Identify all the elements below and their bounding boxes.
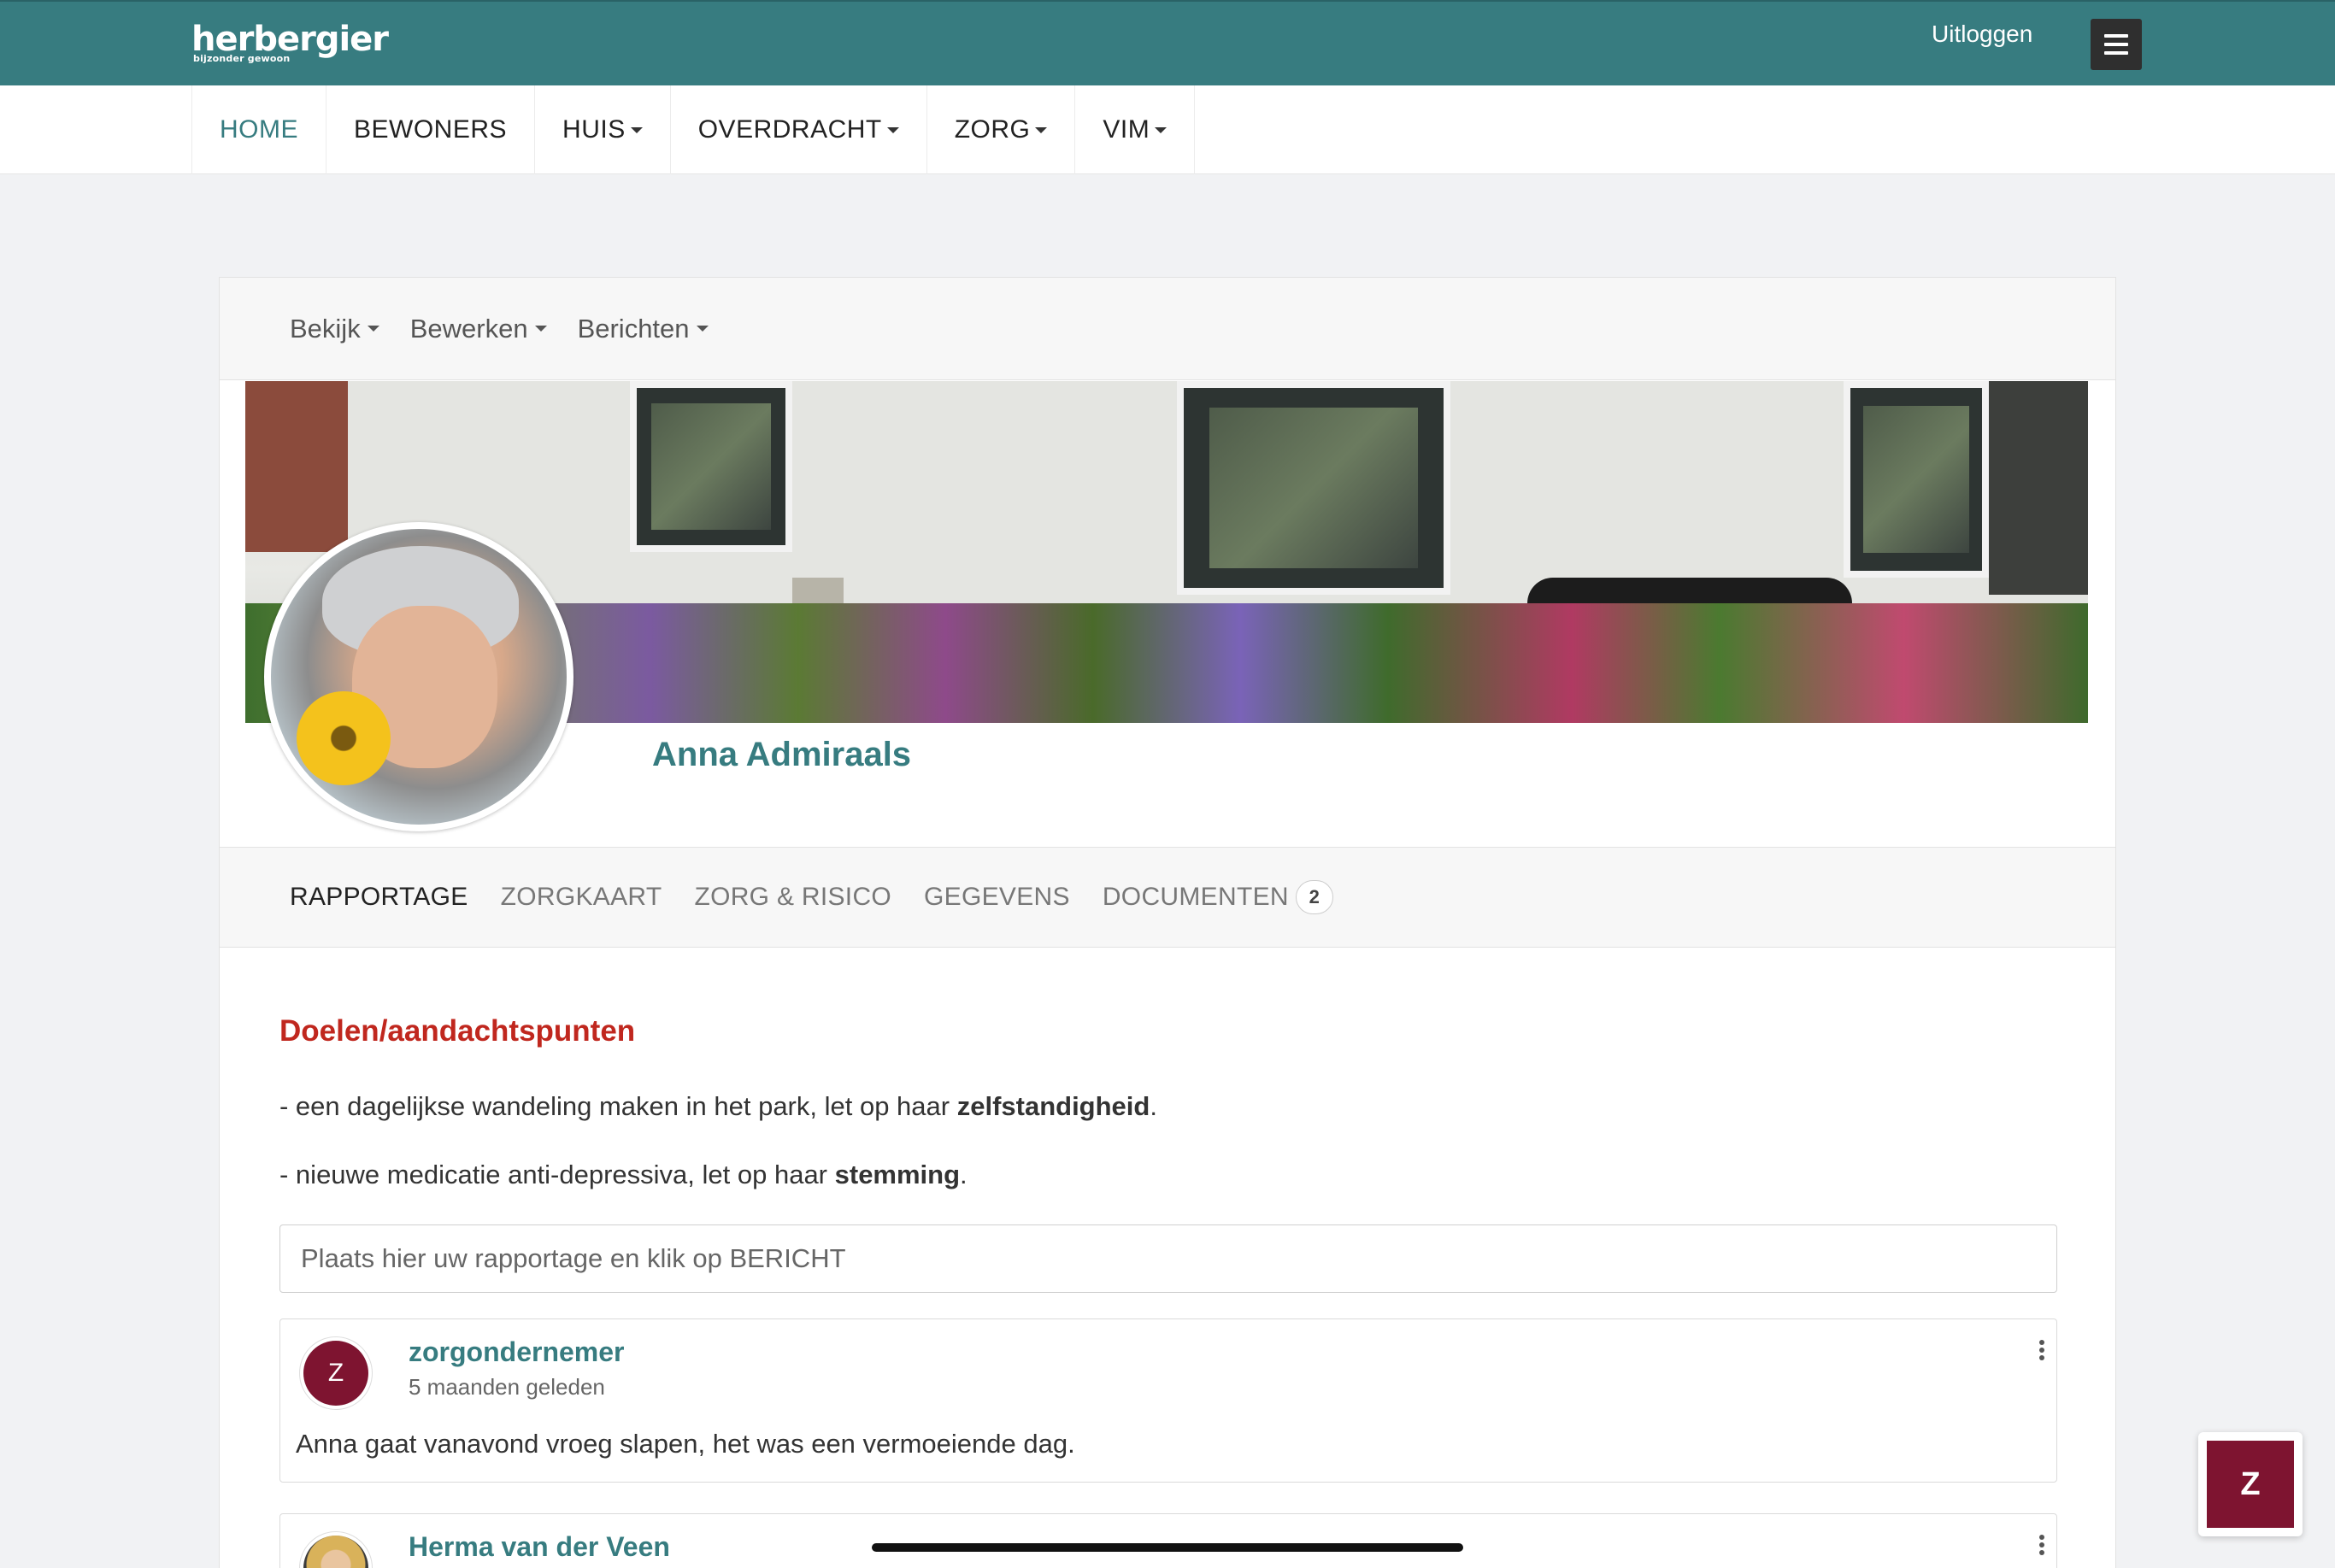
hamburger-icon-bar: [2104, 51, 2128, 55]
avatar-flower: [297, 691, 391, 785]
tab-label: ZORG & RISICO: [694, 883, 892, 911]
hamburger-menu-button[interactable]: [2091, 19, 2142, 70]
caret-down-icon: [1035, 126, 1048, 133]
nav-item-home[interactable]: HOME: [191, 85, 326, 174]
cover-brick-wall: [245, 381, 348, 552]
cover-balcony: [1989, 381, 2088, 595]
tab-rapportage[interactable]: RAPPORTAGE: [290, 883, 468, 912]
edit-label: Bewerken: [409, 313, 528, 344]
caret-down-icon: [696, 326, 709, 332]
hamburger-icon: [2104, 34, 2128, 38]
goal-suffix: .: [960, 1160, 968, 1189]
post-author[interactable]: zorgondernemer: [409, 1336, 624, 1368]
caret-down-icon: [1155, 126, 1168, 133]
profile-tabs: RAPPORTAGE ZORGKAART ZORG & RISICO GEGEV…: [220, 847, 2115, 948]
nav-label: HUIS: [562, 115, 626, 144]
tab-documenten[interactable]: DOCUMENTEN 2: [1103, 880, 1333, 914]
resident-profile-card: Bekijk Bewerken Berichten Anna Admiraals…: [219, 277, 2116, 1568]
goal-item: - nieuwe medicatie anti-depressiva, let …: [279, 1160, 968, 1190]
logout-link[interactable]: Uitloggen: [1932, 21, 2032, 48]
tab-zorgkaart[interactable]: ZORGKAART: [501, 883, 662, 912]
more-options-icon[interactable]: [2038, 1340, 2046, 1363]
goal-text: - een dagelijkse wandeling maken in het …: [279, 1091, 957, 1121]
messages-label: Berichten: [577, 313, 690, 344]
nav-item-huis[interactable]: HUIS: [534, 85, 670, 174]
report-post: Herma van der Veen: [279, 1513, 2057, 1568]
nav-item-bewoners[interactable]: BEWONERS: [326, 85, 534, 174]
home-indicator[interactable]: [872, 1543, 1463, 1552]
caret-down-icon: [630, 126, 643, 133]
resident-avatar[interactable]: [264, 522, 573, 831]
tab-gegevens[interactable]: GEGEVENS: [924, 883, 1070, 912]
post-text: Anna gaat vanavond vroeg slapen, het was…: [296, 1429, 1075, 1459]
cover-window: [630, 381, 792, 552]
goal-suffix: .: [1150, 1091, 1157, 1121]
tab-label: RAPPORTAGE: [290, 883, 468, 911]
caret-down-icon: [534, 326, 547, 332]
avatar-initial: Z: [303, 1341, 368, 1406]
top-bar: herbergier bijzonder gewoon Uitloggen: [0, 0, 2335, 85]
view-dropdown[interactable]: Bekijk: [290, 314, 379, 344]
messages-dropdown[interactable]: Berichten: [578, 314, 709, 344]
tab-zorg-risico[interactable]: ZORG & RISICO: [694, 883, 891, 912]
goal-text: - nieuwe medicatie anti-depressiva, let …: [279, 1160, 835, 1189]
view-label: Bekijk: [290, 313, 361, 344]
post-author-avatar[interactable]: [299, 1531, 373, 1568]
cover-window: [1844, 381, 1989, 578]
resident-name: Anna Admiraals: [652, 736, 912, 773]
tab-label: DOCUMENTEN: [1102, 883, 1289, 911]
cover-window: [1177, 381, 1450, 595]
report-post: Z zorgondernemer 5 maanden geleden Anna …: [279, 1318, 2057, 1483]
chat-launcher-button[interactable]: Z: [2198, 1432, 2303, 1536]
post-author[interactable]: Herma van der Veen: [409, 1531, 670, 1563]
tab-label: ZORGKAART: [500, 883, 662, 911]
goal-emphasis: stemming: [834, 1160, 961, 1189]
edit-dropdown[interactable]: Bewerken: [410, 314, 547, 344]
goal-emphasis: zelfstandigheid: [956, 1091, 1150, 1121]
goal-item: - een dagelijkse wandeling maken in het …: [279, 1091, 1157, 1122]
nav-label: VIM: [1103, 115, 1150, 144]
resident-photo: [271, 529, 567, 825]
caret-down-icon: [886, 126, 899, 133]
profile-action-menu: Bekijk Bewerken Berichten: [220, 278, 2115, 380]
report-input[interactable]: [279, 1224, 2057, 1293]
post-timestamp: 5 maanden geleden: [409, 1374, 605, 1400]
chat-avatar-initial: Z: [2207, 1441, 2294, 1528]
main-nav: HOME BEWONERS HUIS OVERDRACHT ZORG VIM: [0, 85, 2335, 174]
nav-label: ZORG: [954, 115, 1031, 144]
author-photo: [303, 1536, 368, 1568]
caret-down-icon: [367, 326, 379, 332]
nav-label: BEWONERS: [354, 115, 508, 144]
nav-item-overdracht[interactable]: OVERDRACHT: [669, 85, 926, 174]
hamburger-icon-bar: [2104, 43, 2128, 46]
post-author-avatar[interactable]: Z: [299, 1336, 373, 1410]
more-options-icon[interactable]: [2038, 1535, 2046, 1558]
nav-item-zorg[interactable]: ZORG: [926, 85, 1075, 174]
nav-item-vim[interactable]: VIM: [1074, 85, 1196, 174]
nav-label: HOME: [220, 115, 298, 144]
goals-title: Doelen/aandachtspunten: [279, 1014, 636, 1048]
brand-logo[interactable]: herbergier bijzonder gewoon: [191, 21, 389, 64]
nav-label: OVERDRACHT: [697, 115, 882, 144]
tab-label: GEGEVENS: [924, 883, 1070, 911]
documents-count-badge: 2: [1295, 880, 1333, 914]
